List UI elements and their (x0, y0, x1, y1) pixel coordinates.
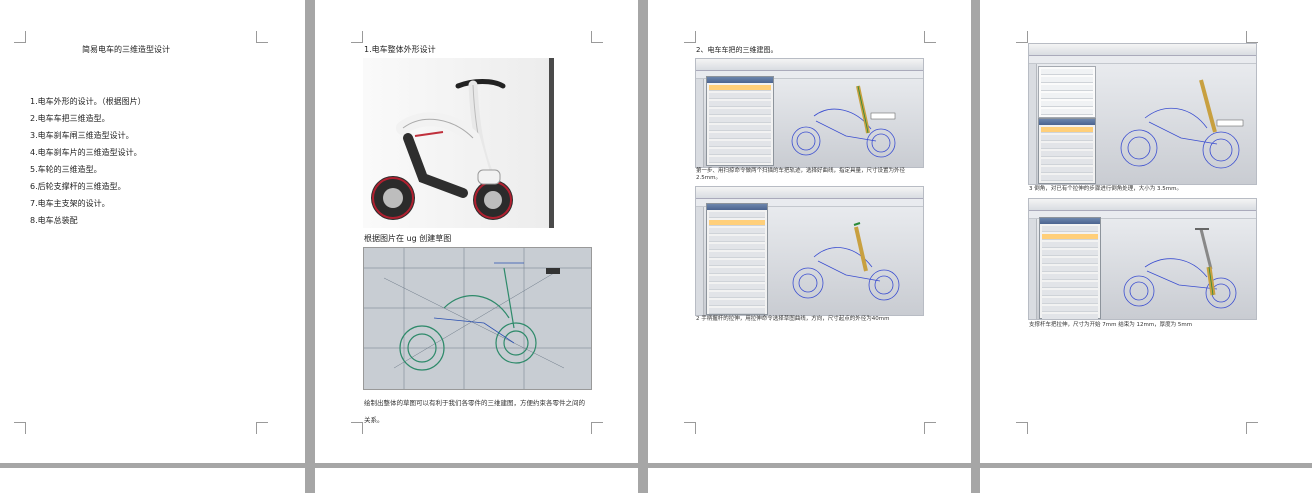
cad-toolbar (696, 59, 923, 71)
document-page-1: 简易电车的三维造型设计 1.电车外形的设计。（根据图片） 2.电车车把三维造型。… (0, 0, 305, 463)
crop-mark (14, 31, 26, 43)
cad-model-view (1120, 79, 1244, 169)
document-page-8 (980, 468, 1312, 493)
step-caption: 第一步、用扫掠命令做两个扫描的车把轨迹，选择好曲线，指定具量，尺寸设置为外径2.… (696, 168, 906, 181)
cad-model-view (1123, 228, 1237, 309)
sketch-screenshot (363, 247, 592, 390)
document-page-6 (315, 468, 638, 493)
cad-toolbar (1029, 199, 1256, 211)
cad-toolbar (696, 187, 923, 199)
crop-mark (1246, 422, 1258, 434)
outline-item: 5.车轮的三维造型。 (30, 165, 102, 174)
step-caption: 3 倒角，对已有个拉伸的步骤进行倒角处理，大小为 3.5mm。 (1029, 186, 1182, 192)
document-page-4: 3 倒角，对已有个拉伸的步骤进行倒角处理，大小为 3.5mm。 支撑杆车把拉伸，… (980, 0, 1312, 463)
scooter-photo (363, 58, 554, 228)
part-navigator (1038, 66, 1096, 118)
body-paragraph: 绘制出整体的草图可以有利于我们各零件的三维建图，方便约束各零件之间的关系。 (364, 399, 585, 424)
extrude-dialog (1039, 217, 1101, 319)
sweep-dialog (706, 76, 774, 166)
crop-mark (924, 31, 936, 43)
cad-resource-bar (1029, 219, 1037, 319)
cad-toolbar (1029, 56, 1256, 64)
document-page-2: 1.电车整体外形设计 根据图片在 ug 创建草图 绘制出整体的草图可以有利于我们… (315, 0, 638, 463)
crop-mark (351, 31, 363, 43)
outline-item: 7.电车主支架的设计。 (30, 199, 110, 208)
wireframe-sketch (364, 248, 591, 389)
crop-mark (1246, 31, 1258, 43)
step-caption: 支撑杆车把拉伸，尺寸为开始 7mm 结束为 12mm，厚度为 5mm (1029, 322, 1193, 328)
crop-mark (256, 422, 268, 434)
crop-mark (1016, 31, 1028, 43)
crop-mark (591, 31, 603, 43)
document-page-5 (0, 468, 305, 493)
outline-item: 6.后轮支撑杆的三维造型。 (30, 182, 126, 191)
crop-mark (1016, 422, 1028, 434)
crop-mark (591, 422, 603, 434)
cad-screenshot-1 (695, 58, 924, 168)
cad-model-view (792, 222, 900, 301)
cad-resource-bar (696, 207, 704, 315)
outline-item: 4.电车刹车片的三维造型设计。 (30, 148, 142, 157)
outline-item: 3.电车刹车闸三维造型设计。 (30, 131, 134, 140)
section-heading: 2、电车车把的三维建图。 (696, 46, 778, 54)
document-page-7 (648, 468, 971, 493)
cad-resource-bar (1029, 64, 1037, 184)
outline-item: 2.电车车把三维造型。 (30, 114, 110, 123)
step-caption: 2 手柄握杆的拉伸，用拉伸命令选择草图曲线，方向，尺寸起点的外径为40mm (696, 316, 890, 322)
section-heading: 1.电车整体外形设计 (364, 45, 436, 54)
chamfer-dialog (1038, 118, 1096, 184)
crop-mark (684, 422, 696, 434)
outline-item: 1.电车外形的设计。（根据图片） (30, 97, 146, 106)
cad-toolbar (1029, 44, 1256, 56)
outline-list: 1.电车外形的设计。（根据图片） 2.电车车把三维造型。 3.电车刹车闸三维造型… (30, 93, 146, 229)
cad-model-view (791, 85, 896, 158)
crop-mark (351, 422, 363, 434)
scooter-illustration (371, 58, 554, 228)
cad-screenshot-3 (1028, 43, 1257, 185)
crop-mark (684, 31, 696, 43)
outline-item: 8.电车总装配 (30, 216, 78, 225)
crop-mark (924, 422, 936, 434)
document-page-3: 2、电车车把的三维建图。 第一步、用扫掠命令做两个扫描的车把轨迹，选择好曲线，指… (648, 0, 971, 463)
crop-mark (256, 31, 268, 43)
crop-mark (14, 422, 26, 434)
document-title: 简易电车的三维造型设计 (82, 45, 170, 54)
extrude-dialog (706, 203, 768, 315)
figure-caption: 根据图片在 ug 创建草图 (364, 234, 452, 243)
cad-screenshot-4 (1028, 198, 1257, 320)
cad-screenshot-2 (695, 186, 924, 316)
cad-resource-bar (696, 79, 704, 167)
